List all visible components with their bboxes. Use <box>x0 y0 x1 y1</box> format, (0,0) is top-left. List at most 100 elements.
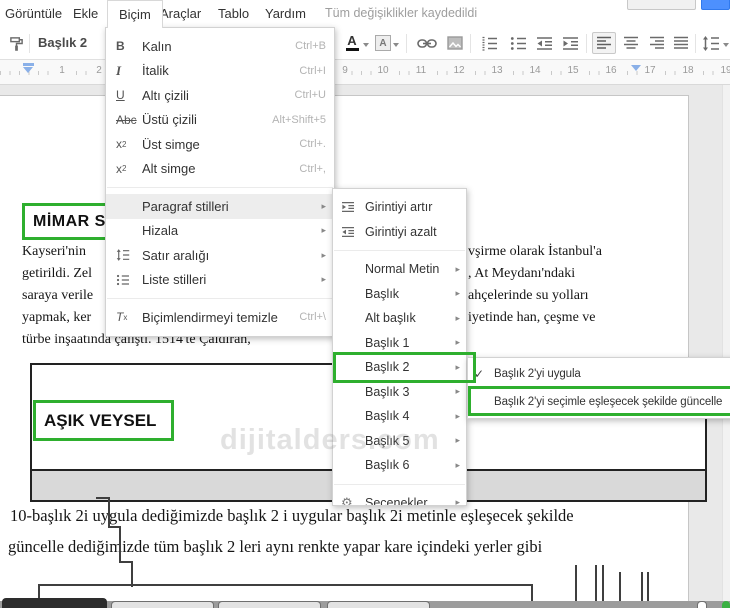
paragraph-style-selector[interactable]: Başlık 2 <box>38 27 87 59</box>
decrease-indent-icon <box>341 226 365 238</box>
menu-separator <box>334 250 465 251</box>
menu-item-normal-metin[interactable]: Normal Metin ▸ <box>333 257 466 282</box>
menu-item-paragraf-stilleri[interactable]: Paragraf stilleri ▸ <box>106 194 334 219</box>
menu-item-hizala[interactable]: Hizala ▸ <box>106 219 334 244</box>
table-border-fragment <box>108 497 110 528</box>
text-color-icon[interactable]: A <box>343 33 361 53</box>
numbered-list-icon[interactable] <box>479 33 499 53</box>
menu-item-baslik-2[interactable]: Başlık 2 ▸ <box>333 355 466 380</box>
right-margin-marker[interactable] <box>631 65 641 71</box>
align-center-icon[interactable] <box>619 33 643 53</box>
ruler-number: 19 <box>717 65 730 77</box>
list-styles-icon <box>116 274 142 286</box>
menu-item-italik[interactable]: I İtalik Ctrl+I <box>106 59 334 84</box>
increase-indent-icon[interactable] <box>560 33 580 53</box>
save-status-text: Tüm değişiklikler kaydedildi <box>325 6 478 20</box>
insert-image-icon[interactable] <box>446 33 464 53</box>
menu-item-goruntule[interactable]: Görüntüle <box>5 0 62 27</box>
comments-button-fragment[interactable] <box>627 0 696 10</box>
menu-item-bicimlendirmeyi-temizle[interactable]: Tx Biçimlendirmeyi temizle Ctrl+\ <box>106 305 334 330</box>
justify-icon[interactable] <box>669 33 693 53</box>
menu-item-liste-stilleri[interactable]: Liste stilleri ▸ <box>106 268 334 293</box>
bottom-cell-green <box>722 601 730 608</box>
submenu-arrow-icon: ▸ <box>455 459 460 470</box>
bottom-cell <box>327 601 430 608</box>
underline-icon: U <box>116 88 125 103</box>
insert-link-icon[interactable] <box>415 33 439 53</box>
submenu-arrow-icon: ▸ <box>321 274 326 285</box>
submenu-arrow-icon: ▸ <box>455 361 460 372</box>
submenu-arrow-icon: ▸ <box>455 288 460 299</box>
submenu-arrow-icon: ▸ <box>455 263 460 274</box>
text-color-caret-icon[interactable] <box>363 43 369 47</box>
heading2-submenu: ✓ Başlık 2'yi uygula Başlık 2'yi seçimle… <box>467 357 730 419</box>
submenu-arrow-icon: ▸ <box>455 410 460 421</box>
indent-marker-bar[interactable] <box>23 63 34 66</box>
menu-item-bicim[interactable]: Biçim <box>107 0 163 28</box>
toolbar-separator <box>586 34 587 53</box>
strikethrough-icon: Abc <box>116 112 137 127</box>
doc-bottom-line: 10-başlık 2i uygula dediğimizde başlık 2… <box>10 506 574 525</box>
highlight-color-caret-icon[interactable] <box>393 43 399 47</box>
menu-item-alt-baslik[interactable]: Alt başlık ▸ <box>333 306 466 331</box>
menu-item-satir-araligi[interactable]: Satır aralığı ▸ <box>106 243 334 268</box>
menu-item-baslik-5[interactable]: Başlık 5 ▸ <box>333 429 466 454</box>
align-right-icon[interactable] <box>645 33 669 53</box>
menu-item-alt-simge[interactable]: x2 Alt simge Ctrl+, <box>106 157 334 182</box>
menu-item-baslik-3[interactable]: Başlık 3 ▸ <box>333 380 466 405</box>
menu-item-baslik2-guncelle[interactable]: Başlık 2'yi seçimle eşleşecek şekilde gü… <box>468 388 730 416</box>
ruler-number: 15 <box>564 65 582 77</box>
menu-item-kalin[interactable]: B Kalın Ctrl+B <box>106 34 334 59</box>
menu-separator <box>334 483 465 485</box>
menu-item-tablo[interactable]: Tablo <box>218 0 249 27</box>
paragraph-text: vşirme olarak İstanbul'a <box>468 244 602 259</box>
menu-item-ustu-cizili[interactable]: Abc Üstü çizili Alt+Shift+5 <box>106 108 334 133</box>
align-left-icon[interactable] <box>592 32 616 54</box>
ruler-number: 18 <box>679 65 697 77</box>
table-border-fragment <box>619 572 621 601</box>
paragraph-text: Kayseri'nin <box>22 244 86 259</box>
menu-item-yardim[interactable]: Yardım <box>265 0 306 27</box>
menu-item-ust-simge[interactable]: x2 Üst simge Ctrl+. <box>106 132 334 157</box>
bottom-cell <box>111 601 214 608</box>
bold-icon: B <box>116 39 125 54</box>
menu-item-girintiyi-azalt[interactable]: Girintiyi azalt <box>333 220 466 245</box>
menu-item-baslik[interactable]: Başlık ▸ <box>333 282 466 307</box>
checkmark-icon: ✓ <box>474 367 484 381</box>
line-spacing-caret-icon[interactable] <box>723 43 729 47</box>
doc-bottom-line: güncelle dediğimizde tüm başlık 2 leri a… <box>8 537 543 556</box>
submenu-arrow-icon: ▸ <box>321 200 326 211</box>
line-spacing-icon <box>116 249 142 262</box>
line-spacing-icon[interactable] <box>701 33 721 53</box>
ruler-number: 16 <box>602 65 620 77</box>
paragraph-text: yapmak, ker <box>22 310 92 325</box>
menu-item-ekle[interactable]: Ekle <box>73 0 98 27</box>
submenu-arrow-icon: ▸ <box>455 312 460 323</box>
menu-item-alti-cizili[interactable]: U Altı çizili Ctrl+U <box>106 83 334 108</box>
table-border-fragment <box>595 565 597 601</box>
indent-marker-triangle[interactable] <box>23 67 33 73</box>
menu-item-araclar[interactable]: Araçlar <box>160 0 201 27</box>
menu-item-baslik2-uygula[interactable]: ✓ Başlık 2'yi uygula <box>468 360 730 388</box>
highlight-color-icon[interactable]: A <box>374 33 392 53</box>
menu-item-baslik-1[interactable]: Başlık 1 ▸ <box>333 331 466 356</box>
ruler-number: 1 <box>56 65 68 77</box>
gear-icon: ⚙ <box>341 494 353 506</box>
bottom-cell-selected <box>2 598 107 608</box>
menu-item-secenekler[interactable]: ⚙ Seçenekler ▸ <box>333 491 466 506</box>
italic-icon: I <box>116 62 122 78</box>
toolbar-separator <box>406 34 407 53</box>
menu-item-baslik-4[interactable]: Başlık 4 ▸ <box>333 404 466 429</box>
menu-item-girintiyi-artir[interactable]: Girintiyi artır <box>333 195 466 220</box>
table-border-fragment <box>602 565 604 601</box>
bulleted-list-icon[interactable] <box>508 33 528 53</box>
submenu-arrow-icon: ▸ <box>455 386 460 397</box>
share-button-fragment[interactable] <box>701 0 730 10</box>
decrease-indent-icon[interactable] <box>534 33 554 53</box>
menu-item-baslik-6[interactable]: Başlık 6 ▸ <box>333 453 466 478</box>
toolbar-separator <box>695 34 696 53</box>
format-menu: B Kalın Ctrl+B I İtalik Ctrl+I U Altı çi… <box>105 27 335 337</box>
paint-format-icon[interactable] <box>7 33 25 53</box>
submenu-arrow-icon: ▸ <box>321 225 326 236</box>
submenu-arrow-icon: ▸ <box>455 497 460 506</box>
